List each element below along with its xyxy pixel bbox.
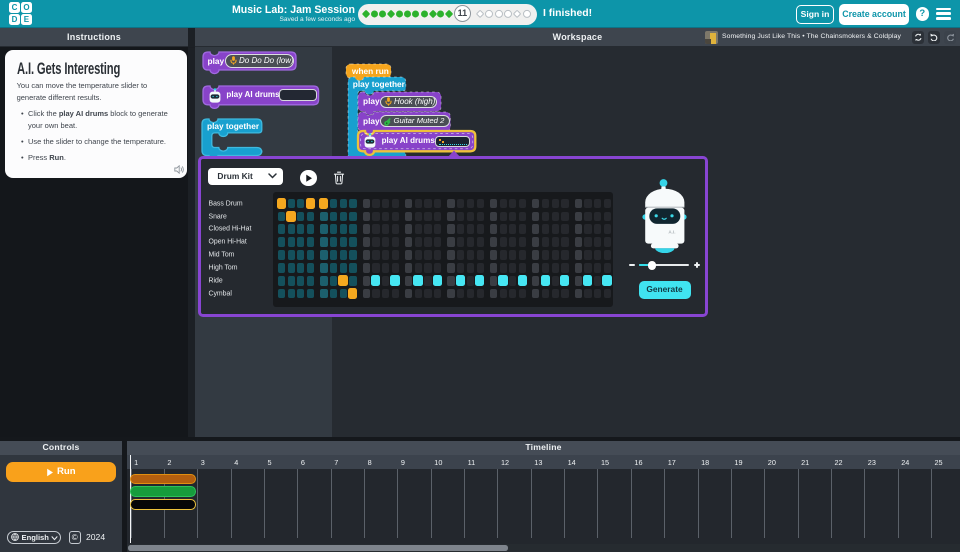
svg-text:A.I.: A.I. xyxy=(668,230,675,235)
